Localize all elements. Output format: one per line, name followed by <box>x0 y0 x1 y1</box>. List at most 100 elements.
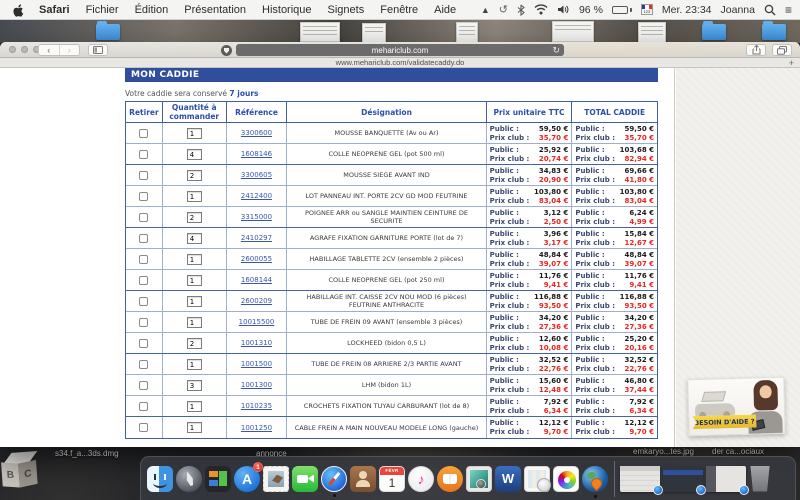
menu-fichier[interactable]: Fichier <box>78 4 127 16</box>
menu-fenêtre[interactable]: Fenêtre <box>372 4 426 16</box>
remove-checkbox[interactable] <box>139 213 148 222</box>
menu-présentation[interactable]: Présentation <box>176 4 254 16</box>
menu-signets[interactable]: Signets <box>320 4 373 16</box>
photo-booth-icon[interactable] <box>466 466 492 492</box>
remove-checkbox[interactable] <box>139 423 148 432</box>
help-ribbon[interactable]: BESOIN D'AIDE ? <box>692 414 756 429</box>
quantity-input[interactable]: 1 <box>187 359 202 370</box>
menubar-user[interactable]: Joanna <box>721 4 755 16</box>
document-icon[interactable] <box>300 22 340 42</box>
minimize-window-button[interactable] <box>21 46 28 53</box>
finder-icon[interactable] <box>147 466 173 492</box>
remove-checkbox[interactable] <box>139 402 148 411</box>
quantity-input[interactable]: 2 <box>187 170 202 181</box>
menubar-clock[interactable]: Mer. 23:34 <box>662 4 712 16</box>
menu-historique[interactable]: Historique <box>254 4 320 16</box>
status-triangle-icon[interactable]: ▲ <box>481 5 490 15</box>
remove-checkbox[interactable] <box>139 129 148 138</box>
quantity-input[interactable]: 2 <box>187 212 202 223</box>
word-icon[interactable]: W <box>495 466 521 492</box>
globe-pin-icon[interactable] <box>582 466 608 492</box>
remove-checkbox[interactable] <box>139 360 148 369</box>
quantity-input[interactable]: 1 <box>187 296 202 307</box>
remove-checkbox[interactable] <box>139 297 148 306</box>
remove-checkbox[interactable] <box>139 150 148 159</box>
calendar-icon[interactable]: FÉVR1 <box>379 466 405 492</box>
remove-checkbox[interactable] <box>139 381 148 390</box>
remove-checkbox[interactable] <box>139 255 148 264</box>
reference-link[interactable]: 1608146 <box>241 150 272 158</box>
quantity-input[interactable]: 1 <box>187 317 202 328</box>
desktop-file-label[interactable]: s34.f_a...3ds.dmg <box>55 449 119 458</box>
new-tab-button[interactable]: + <box>789 58 794 68</box>
notification-center-icon[interactable]: ≡ <box>785 3 792 17</box>
quantity-input[interactable]: 2 <box>187 338 202 349</box>
desktop-file-label[interactable]: der ca...ociaux <box>712 447 764 456</box>
reference-link[interactable]: 3300605 <box>241 171 272 179</box>
launchpad-icon[interactable] <box>176 466 202 492</box>
reload-icon[interactable]: ↻ <box>552 44 560 56</box>
quantity-input[interactable]: 1 <box>187 401 202 412</box>
menu-aide[interactable]: Aide <box>426 4 464 16</box>
reference-link[interactable]: 3300600 <box>241 129 272 137</box>
spotlight-search-icon[interactable] <box>764 4 776 16</box>
quantity-input[interactable]: 1 <box>187 191 202 202</box>
back-button[interactable]: ‹ <box>39 45 59 55</box>
menu-safari[interactable]: Safari <box>31 4 78 16</box>
reference-link[interactable]: 10015500 <box>239 318 275 326</box>
help-widget[interactable]: BESOIN D'AIDE ? <box>687 377 785 437</box>
reference-link[interactable]: 1001250 <box>241 424 272 432</box>
address-bar[interactable]: mehariclub.com ↻ <box>236 44 564 56</box>
active-tab[interactable]: www.mehariclub.com/validatecaddy.do <box>336 58 465 67</box>
time-machine-icon[interactable]: ↺ <box>499 3 508 16</box>
document-icon[interactable] <box>456 22 478 43</box>
window-thumb-3-icon[interactable] <box>706 466 746 492</box>
menu-édition[interactable]: Édition <box>127 4 177 16</box>
reference-link[interactable]: 1608144 <box>241 276 272 284</box>
reference-link[interactable]: 1001300 <box>241 381 272 389</box>
facetime-icon[interactable] <box>292 466 318 492</box>
quantity-input[interactable]: 3 <box>187 380 202 391</box>
remove-checkbox[interactable] <box>139 318 148 327</box>
quantity-input[interactable]: 1 <box>187 254 202 265</box>
document-icon[interactable] <box>552 21 594 42</box>
remove-checkbox[interactable] <box>139 171 148 180</box>
abc-block-icon[interactable]: B C <box>0 451 47 500</box>
app-store-icon[interactable]: A1 <box>234 466 260 492</box>
remove-checkbox[interactable] <box>139 276 148 285</box>
wifi-icon[interactable] <box>534 4 548 15</box>
bluetooth-icon[interactable] <box>517 4 525 16</box>
folder-icon[interactable] <box>96 24 120 40</box>
keyboard-layout-flag-icon[interactable]: 123 <box>641 4 653 15</box>
reference-link[interactable]: 3315000 <box>241 213 272 221</box>
tiles-app-icon[interactable] <box>205 466 231 492</box>
remove-checkbox[interactable] <box>139 192 148 201</box>
reference-link[interactable]: 2600209 <box>241 297 272 305</box>
maps-icon[interactable] <box>524 466 550 492</box>
quantity-input[interactable]: 1 <box>187 275 202 286</box>
itunes-icon[interactable]: ♪ <box>408 466 434 492</box>
forward-button[interactable]: › <box>59 45 80 55</box>
folder-icon[interactable] <box>762 24 786 40</box>
quantity-input[interactable]: 4 <box>187 233 202 244</box>
reference-link[interactable]: 1010235 <box>241 402 272 410</box>
reference-link[interactable]: 2600055 <box>241 255 272 263</box>
trash-icon[interactable] <box>749 466 771 492</box>
adblock-extension-icon[interactable] <box>221 45 232 56</box>
sidebar-button[interactable] <box>88 44 108 56</box>
quantity-input[interactable]: 4 <box>187 149 202 160</box>
tab-overview-button[interactable] <box>772 44 792 56</box>
reference-link[interactable]: 1001500 <box>241 360 272 368</box>
apple-menu-icon[interactable] <box>12 3 25 17</box>
share-button[interactable] <box>746 44 766 56</box>
window-thumb-2-icon[interactable] <box>663 466 703 492</box>
contacts-icon[interactable] <box>350 466 376 492</box>
safari-icon[interactable] <box>321 466 347 492</box>
volume-icon[interactable] <box>557 4 570 15</box>
document-icon[interactable] <box>362 23 386 43</box>
reference-link[interactable]: 2412400 <box>241 192 272 200</box>
photos-icon[interactable] <box>553 466 579 492</box>
document-icon[interactable] <box>638 22 666 43</box>
ibooks-icon[interactable] <box>437 466 463 492</box>
remove-checkbox[interactable] <box>139 234 148 243</box>
